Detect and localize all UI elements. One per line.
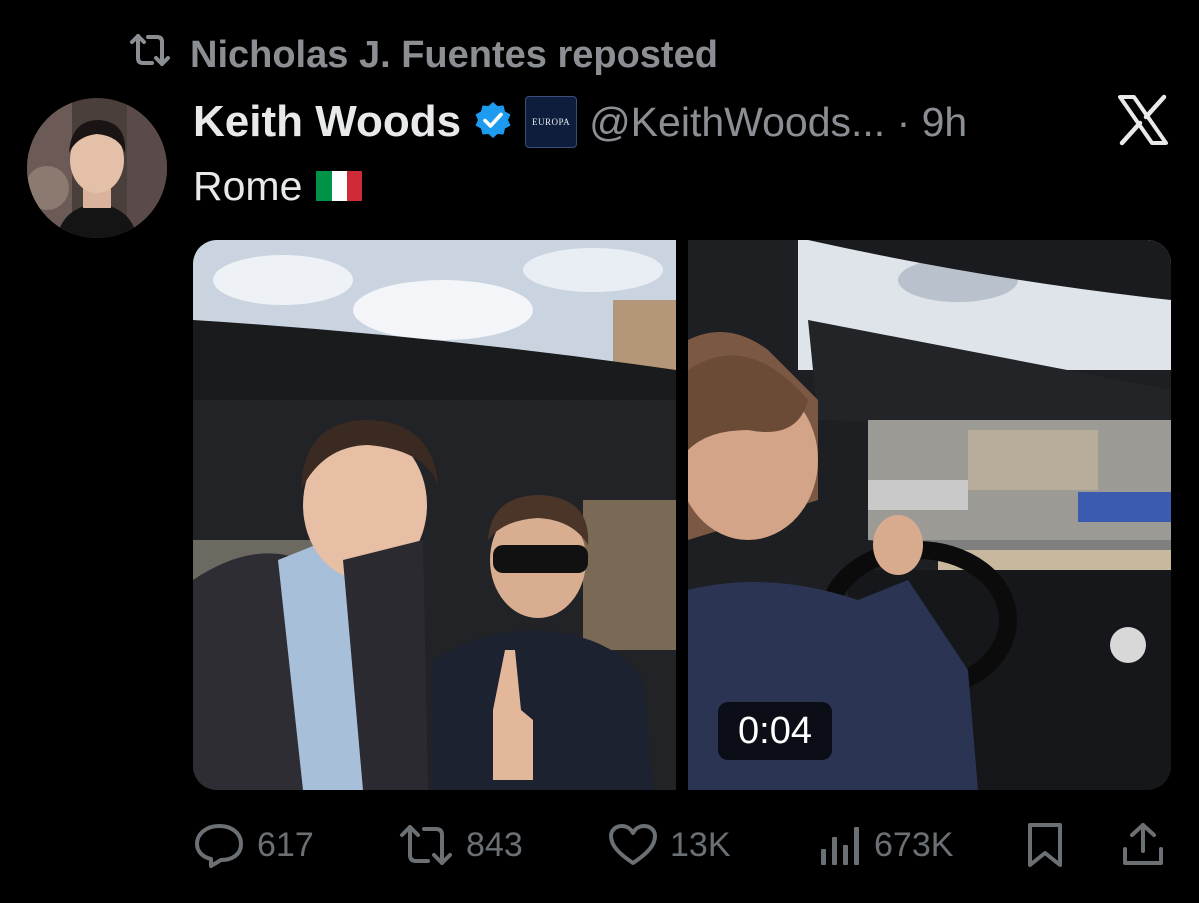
reply-count: 617 — [257, 825, 314, 864]
tweet-header: Keith Woods EUROPA @KeithWoods... · 9h — [193, 94, 967, 150]
repost-context[interactable]: Nicholas J. Fuentes reposted — [128, 32, 718, 78]
like-button[interactable]: 13K — [608, 818, 731, 872]
avatar[interactable] — [27, 98, 167, 238]
video-duration: 0:04 — [718, 702, 832, 760]
repost-action-icon — [398, 823, 454, 867]
like-count: 13K — [670, 825, 731, 864]
affiliate-badge[interactable]: EUROPA — [525, 96, 578, 148]
reply-icon — [193, 822, 245, 868]
handle-and-time[interactable]: @KeithWoods... · 9h — [589, 99, 967, 146]
reply-button[interactable]: 617 — [193, 818, 314, 872]
repost-text: Nicholas J. Fuentes reposted — [190, 33, 718, 76]
x-logo-icon — [1117, 94, 1169, 146]
italy-flag-emoji — [316, 171, 363, 201]
verified-badge-icon[interactable] — [473, 100, 513, 145]
tweet-text: Rome — [193, 160, 363, 212]
author-name[interactable]: Keith Woods — [193, 97, 461, 147]
bookmark-button[interactable] — [1025, 818, 1065, 872]
tweet-body: Rome — [193, 162, 303, 209]
share-button[interactable] — [1121, 818, 1165, 872]
repost-icon — [128, 32, 172, 78]
views-button[interactable]: 673K — [818, 818, 953, 872]
share-icon — [1121, 821, 1165, 869]
analytics-icon — [818, 823, 862, 867]
media-grid — [193, 240, 1171, 790]
repost-button[interactable]: 843 — [398, 818, 523, 872]
action-bar: 617 843 13K 673K — [193, 818, 1171, 872]
photo-selfie[interactable] — [193, 240, 676, 790]
views-count: 673K — [874, 825, 954, 864]
bookmark-icon — [1025, 821, 1065, 869]
heart-icon — [608, 823, 658, 867]
repost-count: 843 — [466, 825, 523, 864]
